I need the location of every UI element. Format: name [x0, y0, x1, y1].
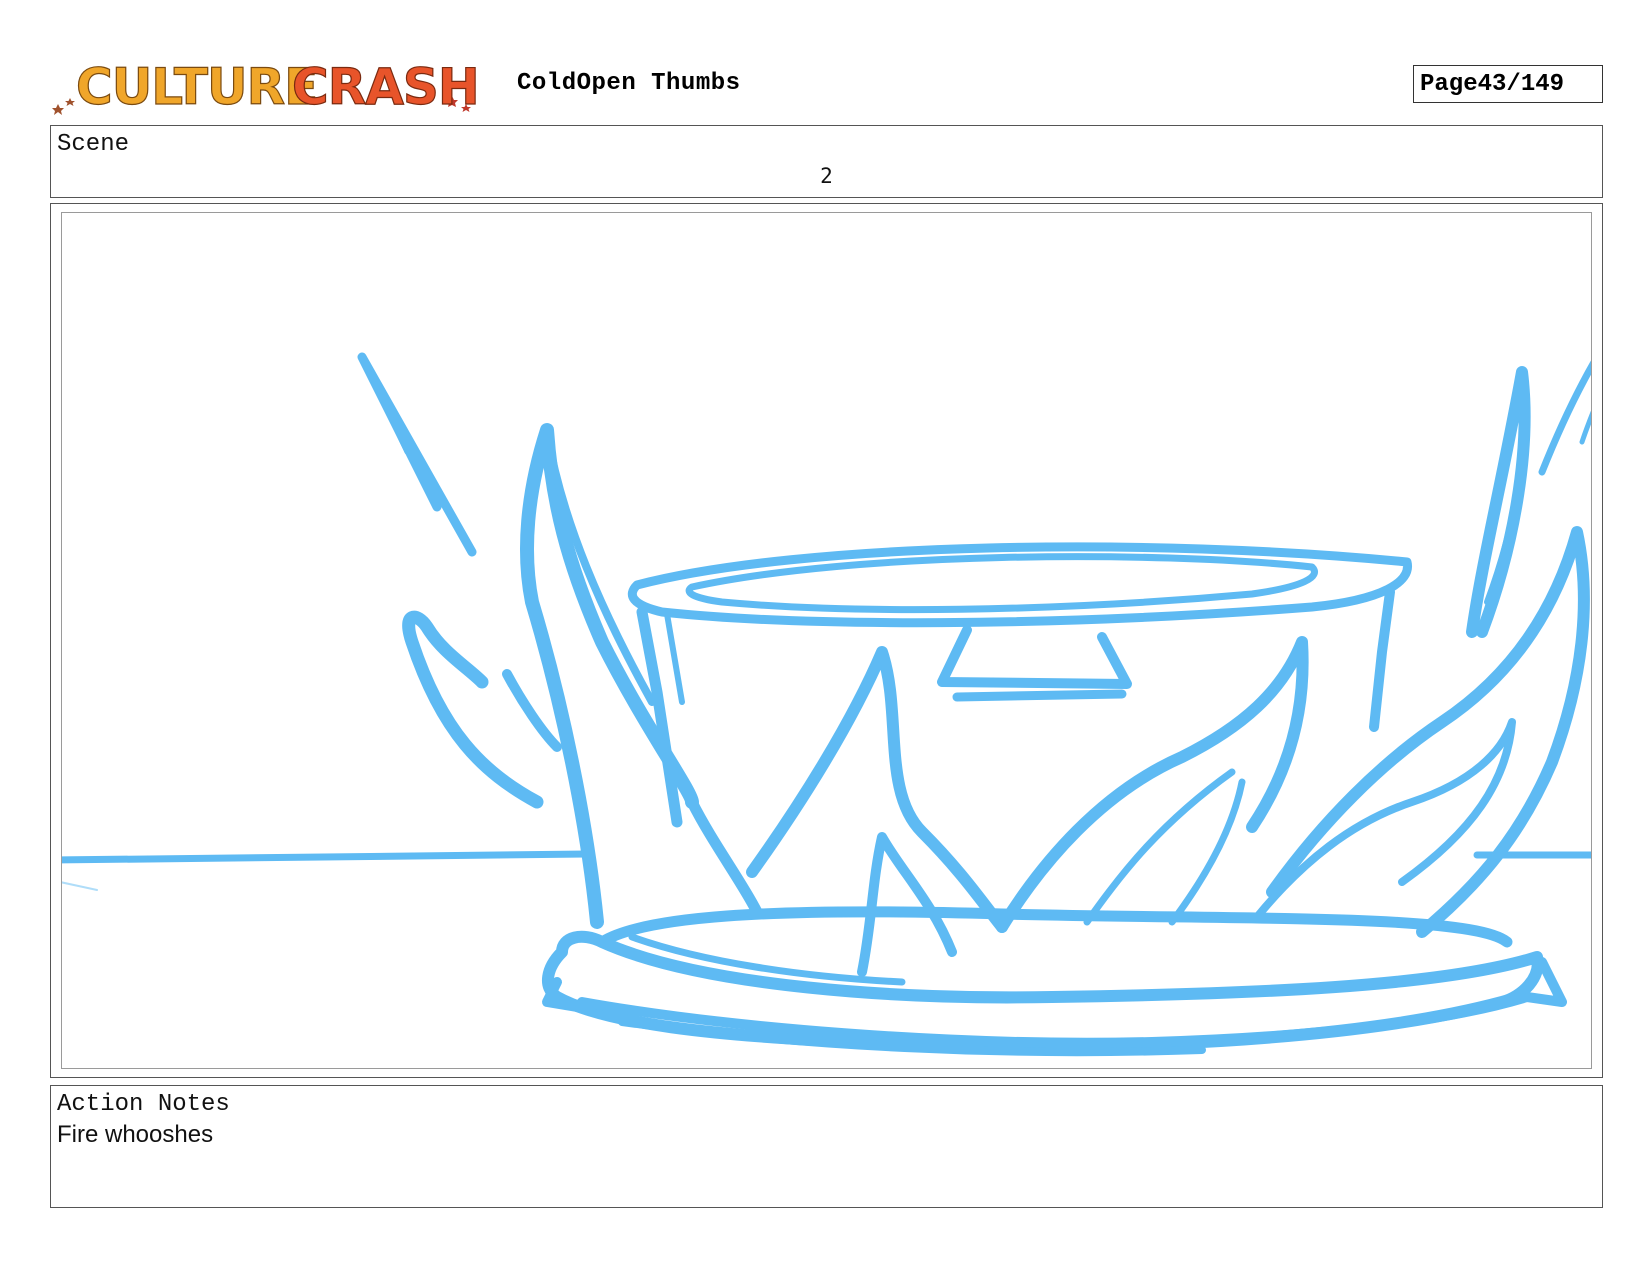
page-indicator: Page 43/149 — [1413, 65, 1603, 103]
page-label: Page — [1420, 70, 1478, 98]
scene-box: Scene 2 — [50, 125, 1603, 198]
panel-frame — [61, 212, 1592, 1069]
logo-stars-left-icon — [52, 98, 75, 115]
pot-side-right — [1369, 587, 1395, 732]
document-title: ColdOpen Thumbs — [517, 70, 741, 97]
action-notes-text: Fire whooshes — [57, 1121, 214, 1148]
flame-right-wide — [1266, 526, 1590, 938]
flame-left-tall — [520, 423, 699, 929]
fire-cauldron-sketch — [62, 352, 1591, 1057]
page-number: 43/149 — [1477, 70, 1565, 98]
scene-number: 2 — [820, 164, 833, 188]
action-notes-label: Action Notes — [57, 1091, 230, 1118]
culture-crash-logo: CULTURE CRASH — [52, 57, 480, 117]
logo-word-crash: CRASH — [292, 58, 479, 116]
pot-handle — [937, 625, 1132, 689]
logo-word-culture: CULTURE — [76, 58, 317, 116]
base-ring-top — [596, 906, 1513, 948]
flame-left-curl — [402, 610, 544, 809]
action-notes-box: Action Notes Fire whooshes — [50, 1085, 1603, 1208]
scene-label: Scene — [57, 131, 130, 158]
storyboard-panel — [50, 203, 1603, 1078]
horizon-line-left — [62, 850, 591, 864]
